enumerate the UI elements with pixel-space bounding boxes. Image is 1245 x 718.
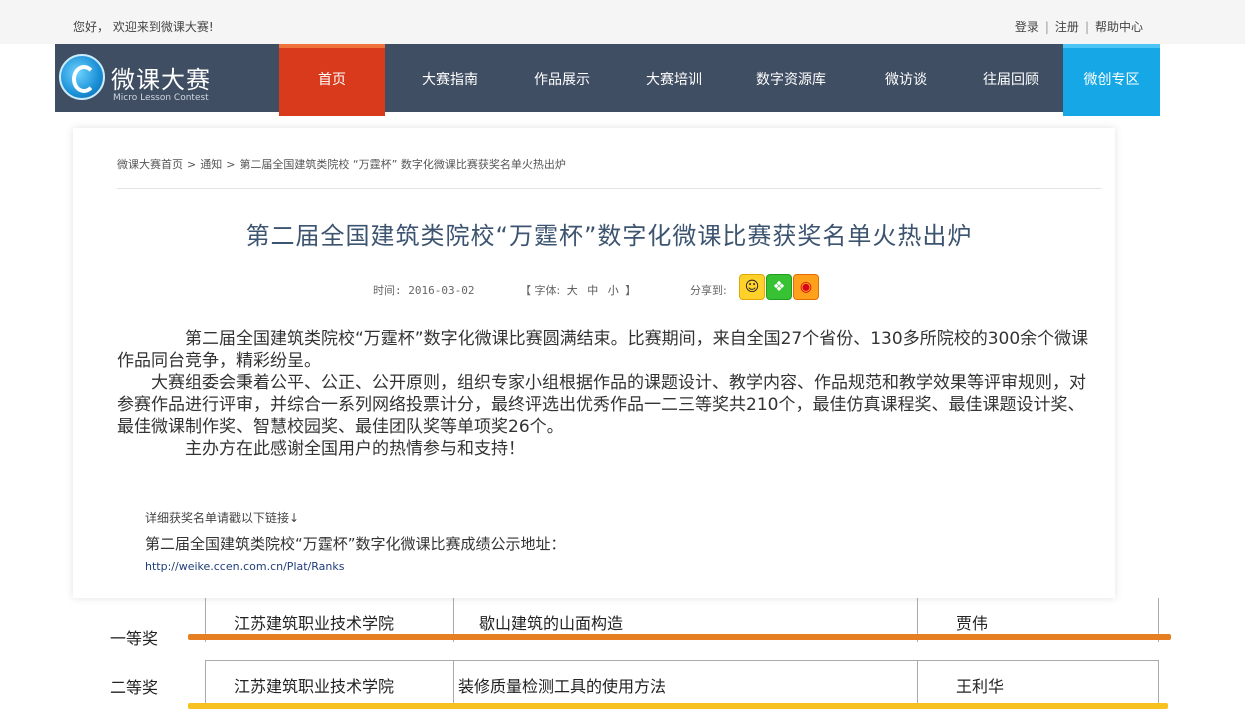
- font-size-end: 】: [625, 284, 637, 297]
- article-title: 第二届全国建筑类院校“万霆杯”数字化微课比赛获奖名单火热出炉: [245, 222, 973, 250]
- links-title: 第二届全国建筑类院校“万霆杯”数字化微课比赛成绩公示地址：: [145, 535, 566, 553]
- font-size-label: 【 字体:: [520, 284, 561, 297]
- register-link[interactable]: 注册: [1055, 20, 1079, 34]
- logo-subtitle: Micro Lesson Contest: [113, 93, 209, 103]
- highlight-bar: [188, 634, 1171, 640]
- article-paragraph: 大赛组委会秉着公平、公正、公开原则，组织专家小组根据作品的课题设计、教学内容、作…: [117, 373, 1086, 437]
- font-large-button[interactable]: 大: [567, 284, 578, 297]
- nav-item-training[interactable]: 大赛培训: [619, 44, 729, 112]
- nav-item-interview[interactable]: 微访谈: [851, 44, 961, 112]
- qq-icon[interactable]: ☺: [739, 274, 765, 300]
- breadcrumb-current: 第二届全国建筑类院校 “万霆杯” 数字化微课比赛获奖名单火热出炉: [239, 158, 566, 171]
- help-center-link[interactable]: 帮助中心: [1095, 20, 1143, 34]
- nav-item-resources[interactable]: 数字资源库: [731, 44, 851, 112]
- font-size-control: 【 字体: 大 中 小 】: [520, 282, 636, 298]
- nav-item-guide[interactable]: 大赛指南: [395, 44, 505, 112]
- article-paragraph: 主办方在此感谢全国用户的热情参与和支持！: [185, 439, 525, 459]
- article-paragraph: 第二届全国建筑类院校“万霆杯”数字化微课比赛圆满结束。比赛期间，来自全国27个省…: [117, 329, 1089, 371]
- breadcrumb-separator: >: [226, 158, 236, 171]
- award-school: 江苏建筑职业技术学院: [234, 677, 395, 696]
- breadcrumb-home[interactable]: 微课大赛首页: [117, 158, 183, 171]
- welcome-text: 您好， 欢迎来到微课大赛!: [73, 20, 214, 34]
- divider: [117, 188, 1101, 189]
- nav-item-works[interactable]: 作品展示: [507, 44, 617, 112]
- top-links: 登录 | 注册 | 帮助中心: [1015, 18, 1143, 35]
- breadcrumb: 微课大赛首页 > 通知 > 第二届全国建筑类院校 “万霆杯” 数字化微课比赛获奖名单火热…: [117, 156, 566, 172]
- cell-divider: [453, 661, 454, 703]
- award-rank: 一等奖: [110, 629, 159, 648]
- publish-date: 时间: 2016-03-02: [373, 284, 475, 297]
- separator: |: [1044, 20, 1049, 34]
- font-small-button[interactable]: 小: [608, 284, 619, 297]
- share-label: 分享到:: [690, 284, 727, 297]
- nav-item-special[interactable]: 微创专区: [1063, 44, 1160, 116]
- table-row: 江苏建筑职业技术学院 装修质量检测工具的使用方法 王利华: [205, 660, 1159, 703]
- logo-title: 微课大赛: [111, 66, 211, 94]
- login-link[interactable]: 登录: [1015, 20, 1039, 34]
- ranks-link[interactable]: http://weike.ccen.com.cn/Plat/Ranks: [145, 560, 344, 573]
- site-logo[interactable]: 微课大赛 Micro Lesson Contest: [55, 44, 275, 112]
- award-author: 贾伟: [956, 614, 989, 633]
- separator: |: [1084, 20, 1089, 34]
- nav-item-review[interactable]: 往届回顾: [961, 44, 1061, 112]
- wechat-icon[interactable]: ❖: [766, 274, 792, 300]
- weibo-icon[interactable]: ◉: [793, 274, 819, 300]
- logo-icon: [59, 54, 105, 100]
- font-medium-button[interactable]: 中: [587, 284, 598, 297]
- award-work: 装修质量检测工具的使用方法: [458, 677, 667, 696]
- award-school: 江苏建筑职业技术学院: [234, 614, 395, 633]
- cell-divider: [917, 661, 918, 703]
- links-label: 详细获奖名单请戳以下链接↓: [145, 511, 300, 525]
- nav-item-home[interactable]: 首页: [279, 44, 385, 116]
- award-author: 王利华: [956, 677, 1005, 696]
- article-body: 第二届全国建筑类院校“万霆杯”数字化微课比赛圆满结束。比赛期间，来自全国27个省…: [117, 328, 1101, 460]
- award-rank: 二等奖: [110, 678, 159, 697]
- breadcrumb-section[interactable]: 通知: [200, 158, 222, 171]
- award-work: 歇山建筑的山面构造: [479, 614, 624, 633]
- breadcrumb-separator: >: [187, 158, 197, 171]
- highlight-bar: [188, 703, 1168, 709]
- main-nav: 微课大赛 Micro Lesson Contest 首页 大赛指南 作品展示 大…: [55, 44, 1160, 116]
